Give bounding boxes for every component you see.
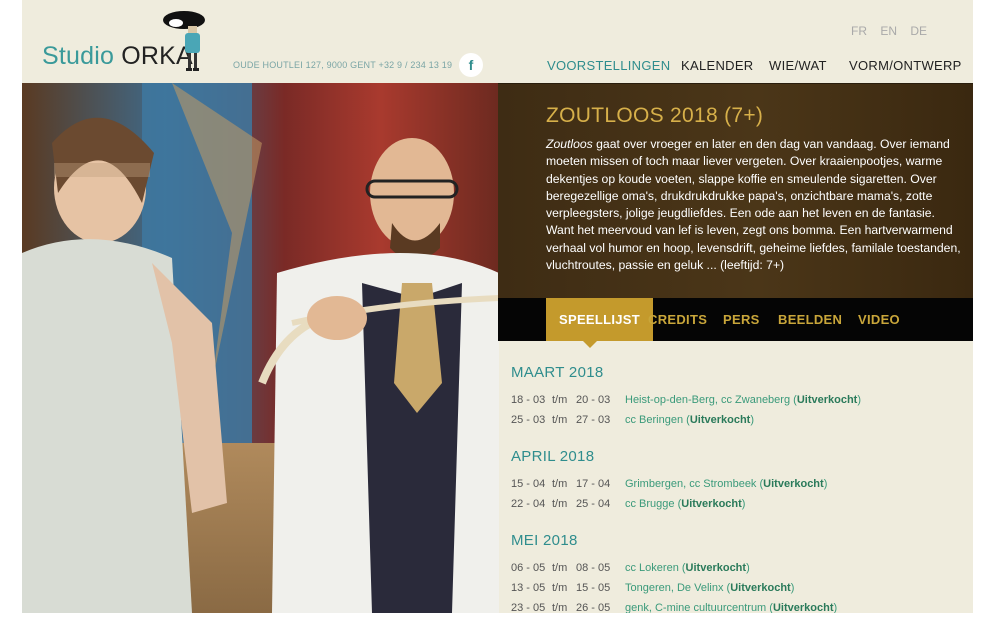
- tab-video[interactable]: VIDEO: [858, 298, 900, 341]
- venue-name: genk, C-mine cultuurcentrum: [625, 602, 767, 613]
- date-separator: t/m: [552, 478, 568, 490]
- date-separator: t/m: [552, 394, 568, 406]
- date-from: 06 - 05: [511, 562, 546, 574]
- sold-out-label: Uitverkocht: [772, 602, 834, 613]
- date-to: 17 - 04: [576, 478, 611, 490]
- sold-out-label: Uitverkocht: [681, 498, 742, 510]
- date-from: 18 - 03: [511, 394, 546, 406]
- venue-name: Grimbergen, cc Strombeek: [625, 478, 757, 490]
- tab-pers[interactable]: PERS: [723, 298, 760, 341]
- venue-name: cc Lokeren: [625, 562, 679, 574]
- lang-fr[interactable]: FR: [851, 24, 867, 38]
- venue-name: cc Beringen: [625, 414, 684, 426]
- show-description-lead: Zoutloos: [546, 137, 593, 151]
- tab-speellijst[interactable]: SPEELLIJST: [546, 298, 654, 341]
- playlist: MAART 2018 18 - 03 t/m 20 - 03 Heist-op-…: [498, 341, 973, 613]
- logo-word-studio: Studio: [42, 42, 115, 70]
- tab-credits[interactable]: CREDITS: [648, 298, 707, 341]
- venue-link[interactable]: genk, C-mine cultuurcentrum (Uitverkocht…: [625, 602, 837, 613]
- month-heading: MEI 2018: [511, 532, 578, 549]
- venue-link[interactable]: cc Lokeren (Uitverkocht): [625, 562, 750, 574]
- date-separator: t/m: [552, 414, 568, 426]
- date-to: 25 - 04: [576, 498, 611, 510]
- nav-vorm-ontwerp[interactable]: VORM/ONTWERP: [849, 58, 962, 73]
- facebook-icon[interactable]: f: [459, 53, 483, 77]
- performance-photo: [22, 83, 499, 613]
- show-description-body: gaat over vroeger en later en den dag va…: [546, 137, 961, 273]
- tab-beelden[interactable]: BEELDEN: [778, 298, 842, 341]
- venue-link[interactable]: Tongeren, De Velinx (Uitverkocht): [625, 582, 794, 594]
- orca-mascot-icon: [163, 11, 205, 71]
- venue-name: cc Brugge: [625, 498, 675, 510]
- date-separator: t/m: [552, 562, 568, 574]
- show-description-panel: ZOUTLOOS 2018 (7+) Zoutloos gaat over vr…: [498, 83, 973, 299]
- date-to: 26 - 05: [576, 602, 611, 613]
- month-heading: MAART 2018: [511, 364, 604, 381]
- date-separator: t/m: [552, 602, 568, 613]
- date-separator: t/m: [552, 582, 568, 594]
- date-from: 13 - 05: [511, 582, 546, 594]
- date-to: 08 - 05: [576, 562, 611, 574]
- sold-out-label: Uitverkocht: [763, 478, 824, 490]
- show-title: ZOUTLOOS 2018 (7+): [546, 104, 764, 127]
- nav-wie-wat[interactable]: WIE/WAT: [769, 58, 827, 73]
- site-header: Studio ORKA OUDE HOUTLEI 127, 9000 GENT …: [22, 0, 973, 83]
- venue-name: Heist-op-den-Berg, cc Zwaneberg: [625, 394, 791, 406]
- sold-out-label: Uitverkocht: [730, 582, 791, 594]
- page: Studio ORKA OUDE HOUTLEI 127, 9000 GENT …: [22, 0, 973, 613]
- show-tabs: SPEELLIJST CREDITS PERS BEELDEN VIDEO: [498, 298, 973, 348]
- lang-de[interactable]: DE: [910, 24, 927, 38]
- month-heading: APRIL 2018: [511, 448, 595, 465]
- date-from: 15 - 04: [511, 478, 546, 490]
- date-to: 27 - 03: [576, 414, 611, 426]
- venue-name: Tongeren, De Velinx: [625, 582, 724, 594]
- date-from: 25 - 03: [511, 414, 546, 426]
- lang-en[interactable]: EN: [880, 24, 897, 38]
- show-description: Zoutloos gaat over vroeger en later en d…: [546, 136, 964, 274]
- sold-out-label: Uitverkocht: [796, 394, 858, 406]
- venue-link[interactable]: Grimbergen, cc Strombeek (Uitverkocht): [625, 478, 827, 490]
- date-from: 23 - 05: [511, 602, 546, 613]
- sold-out-label: Uitverkocht: [685, 562, 747, 574]
- sold-out-label: Uitverkocht: [689, 414, 751, 426]
- language-switcher: FR EN DE: [851, 24, 937, 38]
- nav-kalender[interactable]: KALENDER: [681, 58, 753, 73]
- venue-link[interactable]: Heist-op-den-Berg, cc Zwaneberg (Uitverk…: [625, 394, 861, 406]
- date-from: 22 - 04: [511, 498, 546, 510]
- venue-link[interactable]: cc Brugge (Uitverkocht): [625, 498, 745, 510]
- venue-link[interactable]: cc Beringen (Uitverkocht): [625, 414, 754, 426]
- contact-address: OUDE HOUTLEI 127, 9000 GENT +32 9 / 234 …: [233, 60, 453, 70]
- nav-voorstellingen[interactable]: VOORSTELLINGEN: [547, 58, 670, 73]
- date-to: 20 - 03: [576, 394, 611, 406]
- date-separator: t/m: [552, 498, 568, 510]
- date-to: 15 - 05: [576, 582, 611, 594]
